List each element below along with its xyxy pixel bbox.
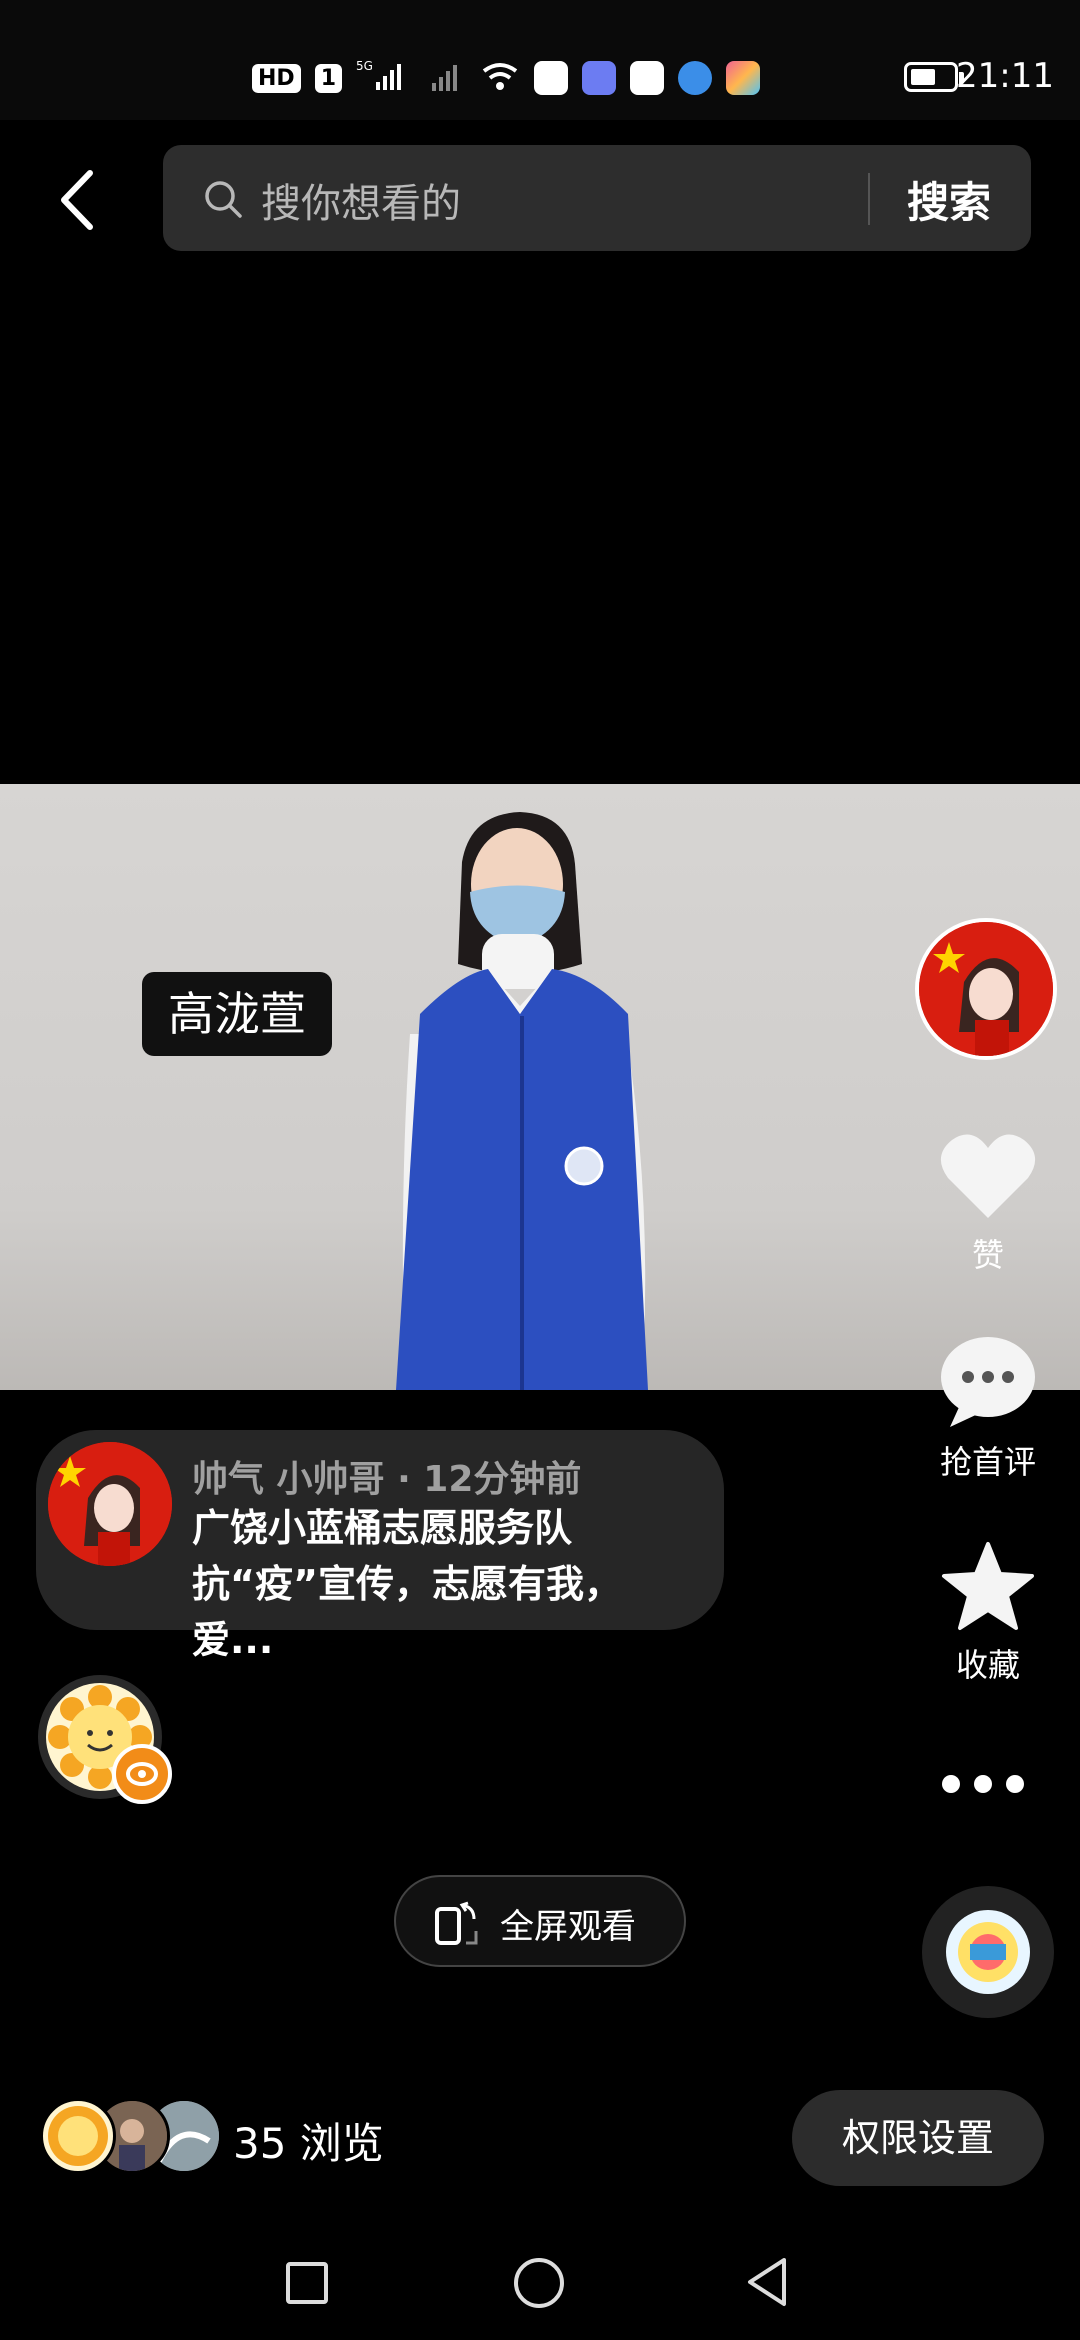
store-app-icon [726, 61, 760, 95]
music-disc[interactable] [922, 1886, 1054, 2018]
signal-2-icon [426, 59, 466, 97]
more-dot [1006, 1775, 1024, 1793]
video-player[interactable]: 高泷萱 [0, 784, 1080, 1390]
author-card[interactable]: 帅气 小帅哥 · 12分钟前 广饶小蓝桶志愿服务队抗“疫”宣传，志愿有我，爱..… [36, 1430, 724, 1662]
signal-5g-icon: 5G [356, 58, 412, 98]
creator-avatar[interactable] [915, 918, 1057, 1060]
search-button[interactable]: 搜索 [907, 169, 991, 230]
star-icon [942, 1542, 1034, 1630]
favorite-label: 收藏 [955, 1646, 1020, 1684]
avatar-girl-image [919, 922, 1053, 1056]
search-divider [868, 173, 870, 225]
meta-separator: · [384, 1459, 424, 1500]
author-avatar[interactable] [48, 1442, 172, 1566]
status-icons: HD 1 5G [252, 58, 760, 98]
back-button[interactable] [52, 165, 102, 235]
triangle-back-icon [748, 2258, 786, 2306]
heart-icon [940, 1134, 1036, 1218]
wifi-icon [480, 59, 520, 97]
permission-settings-button[interactable]: 权限设置 [792, 2090, 1044, 2186]
clock: 21:11 [956, 56, 1054, 96]
home-button[interactable] [514, 2258, 564, 2308]
battery-icon [904, 62, 964, 92]
view-count[interactable]: 35 浏览 [233, 2110, 384, 2171]
post-time: 12分钟前 [423, 1459, 582, 1500]
more-dot [974, 1775, 992, 1793]
fullscreen-button[interactable]: 全屏观看 [394, 1875, 686, 1967]
comment-label: 抢首评 [939, 1443, 1036, 1481]
viewer-avatar[interactable] [40, 2098, 116, 2174]
music-app-icon [582, 61, 616, 95]
search-bar[interactable]: 搜你想看的 搜索 [163, 145, 1031, 251]
bird-app-icon [630, 61, 664, 95]
like-button[interactable]: 赞 [918, 1130, 1058, 1276]
comment-icon [941, 1337, 1035, 1427]
video-name-tag: 高泷萱 [142, 972, 332, 1056]
hd-badge: HD [252, 63, 301, 93]
music-cover-image [946, 1910, 1030, 1994]
author-name[interactable]: 帅气 小帅哥 [192, 1459, 385, 1500]
mail-app-icon [534, 61, 568, 95]
search-input[interactable]: 搜你想看的 [261, 171, 461, 229]
avatar-girl-image [48, 1442, 172, 1566]
svg-text:5G: 5G [356, 59, 373, 73]
favorite-button[interactable]: 收藏 [918, 1540, 1058, 1686]
author-meta: 帅气 小帅哥 · 12分钟前 [192, 1450, 581, 1502]
browser-app-icon [678, 61, 712, 95]
more-dots-icon [942, 1775, 960, 1793]
system-back-button[interactable] [742, 2254, 792, 2310]
rotate-screen-icon [434, 1899, 480, 1947]
like-label: 赞 [971, 1236, 1004, 1274]
more-button[interactable] [940, 1765, 1040, 1805]
recent-apps-button[interactable] [286, 2262, 328, 2304]
post-description[interactable]: 广饶小蓝桶志愿服务队抗“疫”宣传，志愿有我，爱... [192, 1500, 702, 1668]
sim-badge: 1 [314, 63, 342, 93]
comment-button[interactable]: 抢首评 [918, 1335, 1058, 1483]
live-badge-icon[interactable] [112, 1744, 172, 1804]
search-icon [203, 179, 243, 219]
fullscreen-label: 全屏观看 [500, 1907, 636, 1947]
chevron-left-icon [61, 170, 93, 230]
video-frame-girl [396, 812, 648, 1390]
status-bar: HD 1 5G 21:11 [0, 0, 1080, 120]
